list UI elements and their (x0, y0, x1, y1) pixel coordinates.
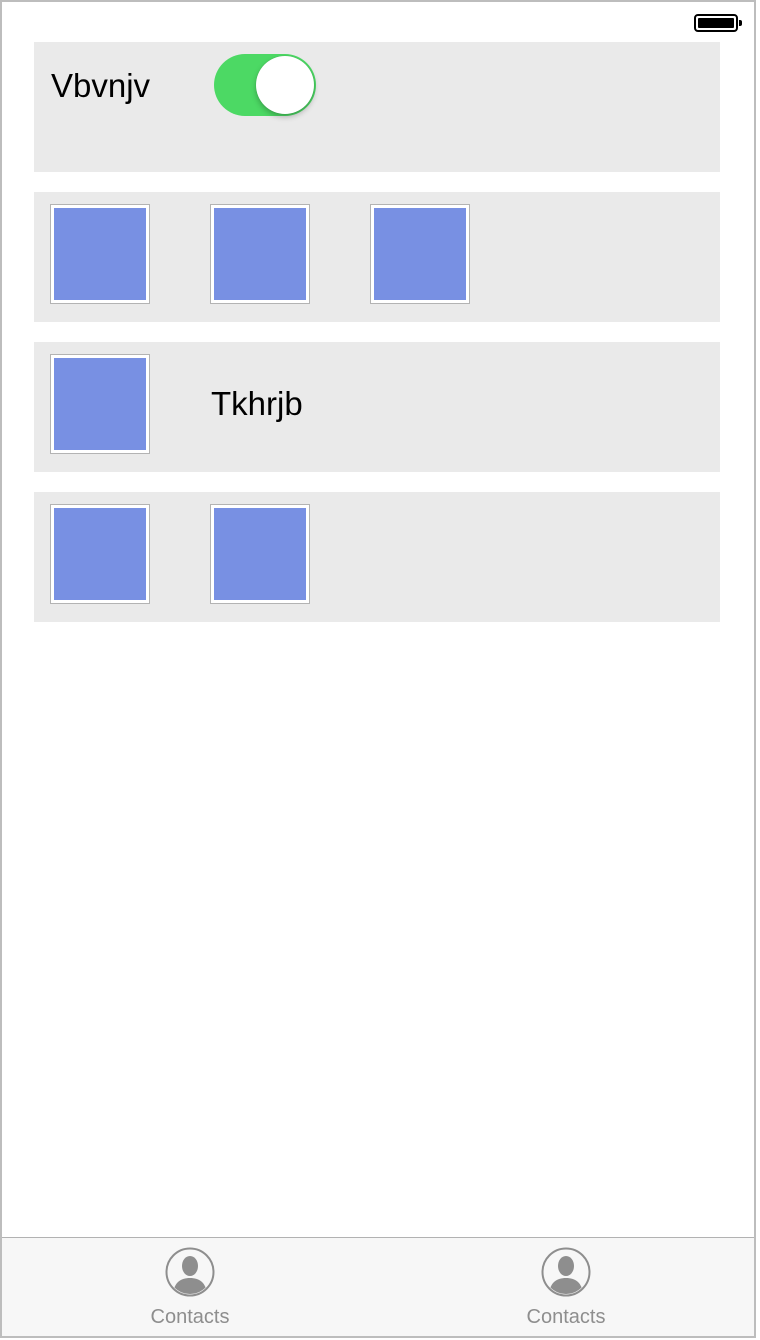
row-tile-label: Tkhrjb (34, 342, 720, 472)
person-icon (165, 1247, 215, 1297)
tab-contacts[interactable]: Contacts (2, 1238, 378, 1336)
toggle-knob (256, 56, 314, 114)
tab-label: Contacts (526, 1306, 606, 1328)
row-label: Vbvnjv (51, 67, 151, 104)
image-tile[interactable] (50, 204, 150, 304)
image-tile[interactable] (370, 204, 470, 304)
battery-icon (694, 14, 742, 32)
status-bar (2, 2, 754, 42)
image-tile[interactable] (50, 504, 150, 604)
app-screen: Vbvnjv Tkhrjb Contacts Contacts (0, 0, 756, 1338)
tab-contacts[interactable]: Contacts (378, 1238, 754, 1336)
person-icon (541, 1247, 591, 1297)
tab-bar: Contacts Contacts (2, 1237, 754, 1336)
image-tile[interactable] (50, 354, 150, 454)
row-label: Tkhrjb (211, 385, 303, 422)
tab-label: Contacts (150, 1306, 230, 1328)
image-tile[interactable] (210, 204, 310, 304)
row-image-tiles (34, 192, 720, 322)
row-image-tiles (34, 492, 720, 622)
image-tile[interactable] (210, 504, 310, 604)
toggle-switch[interactable] (214, 54, 316, 116)
row-toggle: Vbvnjv (34, 42, 720, 172)
